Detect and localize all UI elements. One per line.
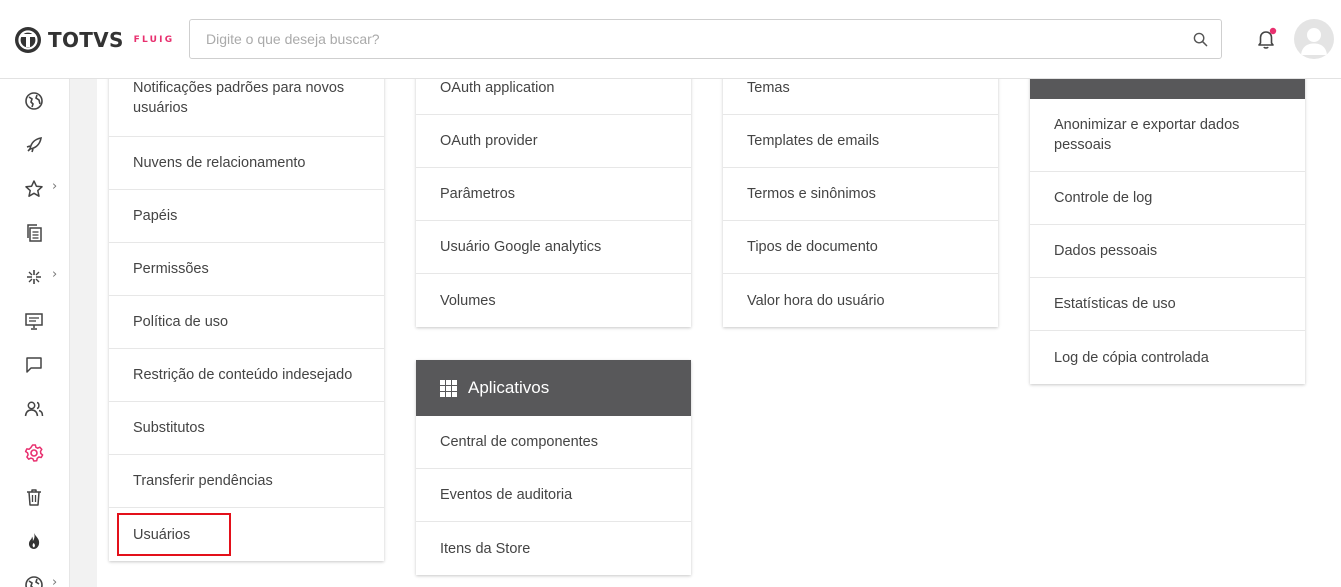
menu-item-anonymize-export[interactable]: Anonimizar e exportar dados pessoais	[1030, 99, 1305, 172]
user-avatar[interactable]	[1294, 19, 1334, 59]
menu-item-controlled-copy-log[interactable]: Log de cópia controlada	[1030, 331, 1305, 384]
menu-item-component-center[interactable]: Central de componentes	[416, 416, 691, 469]
sidebar-item-processes[interactable]	[24, 267, 46, 289]
documents-icon	[27, 224, 42, 242]
globe-icon	[25, 92, 43, 110]
sidebar-item-dashboard[interactable]	[24, 311, 46, 333]
sidebar-item-documents[interactable]	[24, 223, 46, 245]
chevron-right-icon[interactable]: ›	[52, 179, 57, 194]
menu-item-personal-data[interactable]: Dados pessoais	[1030, 225, 1305, 278]
totvs-logo-icon	[15, 27, 41, 53]
chevron-right-icon[interactable]: ›	[52, 267, 57, 282]
menu-item-document-types[interactable]: Tipos de documento	[723, 221, 998, 274]
menu-item-relationship-clouds[interactable]: Nuvens de relacionamento	[109, 137, 384, 190]
menu-item-permissions[interactable]: Permissões	[109, 243, 384, 296]
apps-card-title: Aplicativos	[468, 378, 550, 397]
apps-card-header: Aplicativos	[416, 360, 691, 416]
top-bar: TOTVS FLUIG	[0, 0, 1341, 79]
settings-card-apps: Aplicativos Central de componentes Event…	[416, 360, 691, 575]
menu-item-substitutes[interactable]: Substitutos	[109, 402, 384, 455]
grid-icon	[440, 379, 457, 397]
user-avatar-icon	[1301, 28, 1327, 55]
sidebar-item-social[interactable]	[24, 91, 46, 113]
menu-item-email-templates[interactable]: Templates de emails	[723, 115, 998, 168]
menu-item-user-hour-value[interactable]: Valor hora do usuário	[723, 274, 998, 327]
logo-subtext: FLUIG	[133, 35, 175, 45]
chevron-right-icon[interactable]: ›	[52, 575, 57, 587]
menu-item-parameters[interactable]: Parâmetros	[416, 168, 691, 221]
globe-icon	[25, 576, 43, 587]
sidebar-item-trash[interactable]	[24, 487, 46, 509]
menu-item-audit-events[interactable]: Eventos de auditoria	[416, 469, 691, 522]
notification-bell-icon[interactable]	[1254, 27, 1278, 51]
menu-item-transfer-pending[interactable]: Transferir pendências	[109, 455, 384, 508]
menu-item-users[interactable]: Usuários	[109, 508, 384, 561]
menu-item-volumes[interactable]: Volumes	[416, 274, 691, 327]
sidebar-item-more[interactable]	[24, 575, 46, 587]
settings-card-content: Temas Templates de emails Termos e sinôn…	[723, 36, 998, 327]
settings-card-system: OAuth application OAuth provider Parâmet…	[416, 36, 691, 327]
sidebar-item-people[interactable]	[24, 399, 46, 421]
sidebar-item-highlights[interactable]	[24, 531, 46, 553]
chat-icon	[26, 357, 42, 373]
menu-item-usage-policy[interactable]: Política de uso	[109, 296, 384, 349]
presentation-icon	[25, 313, 43, 330]
settings-card-users: Notificações padrões para novos usuários…	[109, 64, 384, 561]
users-icon	[24, 401, 44, 417]
workflow-icon	[27, 270, 41, 284]
menu-item-roles[interactable]: Papéis	[109, 190, 384, 243]
star-icon	[25, 180, 43, 197]
sidebar-item-settings[interactable]	[24, 443, 46, 465]
flame-icon	[28, 533, 40, 549]
menu-item-log-control[interactable]: Controle de log	[1030, 172, 1305, 225]
gear-icon	[24, 444, 44, 462]
sidebar: › › ›	[0, 79, 70, 587]
sidebar-item-chat[interactable]	[24, 355, 46, 377]
menu-item-google-analytics[interactable]: Usuário Google analytics	[416, 221, 691, 274]
settings-card-compliance: Anonimizar e exportar dados pessoais Con…	[1030, 36, 1305, 384]
logo-text: TOTVS	[48, 28, 124, 52]
menu-item-store-items[interactable]: Itens da Store	[416, 522, 691, 575]
search-box	[189, 19, 1222, 59]
menu-item-terms-synonyms[interactable]: Termos e sinônimos	[723, 168, 998, 221]
logo[interactable]: TOTVS FLUIG	[14, 25, 174, 55]
trash-icon	[27, 489, 41, 506]
sidebar-item-launch[interactable]	[24, 135, 46, 157]
menu-item-oauth-provider[interactable]: OAuth provider	[416, 115, 691, 168]
menu-item-usage-statistics[interactable]: Estatísticas de uso	[1030, 278, 1305, 331]
rocket-icon	[26, 137, 42, 153]
menu-item-content-restriction[interactable]: Restrição de conteúdo indesejado	[109, 349, 384, 402]
search-input[interactable]	[190, 20, 1150, 58]
sidebar-item-favorites[interactable]	[24, 179, 46, 201]
search-icon[interactable]	[1193, 32, 1208, 47]
